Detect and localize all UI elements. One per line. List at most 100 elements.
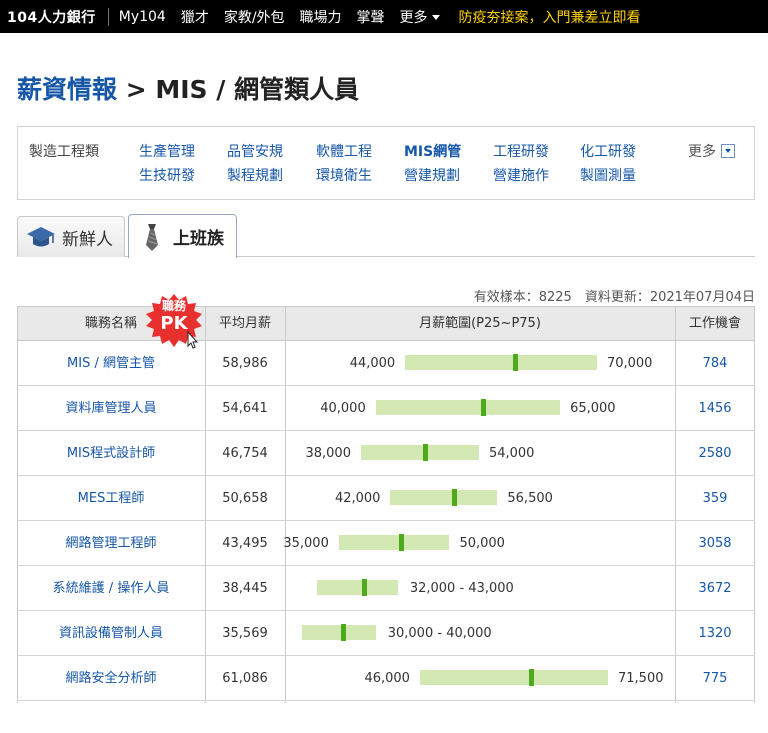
category-item[interactable]: 製圖測量 [580,165,636,185]
nav-applause[interactable]: 掌聲 [357,7,385,27]
category-selector: 製造工程類 生產管理 品管安規 軟體工程 MIS網管 工程研發 化工研發 生技研… [17,126,755,200]
salary-high-label: 40,000 [446,626,492,641]
nav-my104[interactable]: My104 [119,9,166,25]
avg-salary-marker [513,354,519,371]
job-title-link[interactable]: 網路管理工程師 [17,521,205,566]
avg-salary-cell: 61,086 [222,671,268,686]
job-openings-link[interactable]: 2580 [675,431,755,476]
job-title-link[interactable]: 資料庫管理人員 [17,386,205,431]
category-item[interactable]: 環境衛生 [316,165,372,185]
header-avg-salary: 平均月薪 [218,316,271,331]
table-row: 系統維護 / 操作人員 38,445 3672 32,000 - 43,000 [17,566,755,611]
nav-headhunter[interactable]: 獵才 [181,7,209,27]
category-more-button[interactable]: 更多 [688,141,735,161]
graduation-cap-icon [26,222,56,252]
category-item[interactable]: 品管安規 [227,141,283,161]
tab-office-worker[interactable]: 上班族 [128,214,237,258]
job-openings-link[interactable]: 1456 [675,386,755,431]
category-more-label: 更多 [688,144,716,160]
salary-low-label: 46,000 [364,671,410,686]
brand-logo[interactable]: 104人力銀行 [0,7,96,27]
job-pk-badge[interactable] [141,292,207,350]
salary-low-label: 42,000 [334,491,381,506]
table-row: 資訊設備管制人員 35,569 1320 30,000 - 40,000 [17,611,755,656]
job-openings-link[interactable]: 3058 [675,521,755,566]
range-dash: - [455,581,469,596]
salary-high-label: 54,000 [488,446,535,461]
category-item[interactable]: 工程研發 [493,141,549,161]
breadcrumb-salary-info[interactable]: 薪資情報 [17,75,117,104]
necktie-icon [137,222,167,252]
salary-high-label: 71,500 [618,671,664,686]
salary-low-label: 32,000 [409,581,456,596]
tab-fresh-graduate[interactable]: 新鮮人 [17,216,125,257]
nav-tutor-freelance[interactable]: 家教/外包 [224,7,285,27]
avg-salary-marker [361,579,367,596]
job-openings-link[interactable]: 359 [675,476,755,521]
promo-link[interactable]: 防疫夯接案，入門兼差立即看 [459,7,641,27]
salary-range-bar [302,625,376,640]
category-item[interactable]: 製程規劃 [227,165,283,185]
category-item[interactable]: 生技研發 [139,165,195,185]
tab-label: 新鮮人 [62,229,113,250]
avg-salary-marker [451,489,457,506]
table-row: 網路安全分析師 61,086 775 46,000 71,500 [17,656,755,701]
salary-low-label: 30,000 [387,626,434,641]
table-header: 職務名稱 平均月薪 月薪範圍(P25~P75) 工作機會 [17,307,755,341]
salary-range-bar [338,535,450,550]
avg-salary-marker [399,534,404,551]
job-title-link[interactable]: MES工程師 [17,476,205,521]
category-item[interactable]: 營建規劃 [404,165,460,185]
avg-salary-cell: 46,754 [222,446,268,461]
salary-high-label: 65,000 [570,401,616,416]
avg-salary-cell: 54,641 [222,401,268,416]
breadcrumb-separator: > [117,75,156,104]
header-job-openings: 工作機會 [688,316,741,331]
avg-salary-marker [340,624,346,641]
job-title-link[interactable]: 資訊設備管制人員 [17,611,205,656]
salary-high-label: 50,000 [459,536,505,551]
job-title-link[interactable]: MIS程式設計師 [17,431,205,476]
job-openings-link[interactable]: 775 [675,656,755,701]
category-item[interactable]: 生產管理 [139,141,195,161]
salary-high-label: 70,000 [606,356,653,371]
salary-table: 職務名稱 平均月薪 月薪範圍(P25~P75) 工作機會 MIS / 網管主管 5… [17,306,755,703]
category-item[interactable]: 營建施作 [493,165,549,185]
avg-salary-marker [528,669,534,686]
avg-salary-cell: 58,986 [222,356,268,371]
job-title-link[interactable]: 系統維護 / 操作人員 [17,566,205,611]
salary-range-label: 32,000 - 43,000 [410,566,514,611]
tab-label: 上班族 [173,229,224,249]
category-item[interactable]: 軟體工程 [316,141,372,161]
salary-high-label: 43,000 [468,581,514,596]
top-nav-bar: 104人力銀行 My104 獵才 家教/外包 職場力 掌聲 更多 防疫夯接案，入… [0,0,768,33]
salary-range-bar [419,670,608,685]
table-row: MIS程式設計師 46,754 2580 38,000 54,000 [17,431,755,476]
category-group-label: 製造工程類 [29,144,99,160]
nav-divider [107,7,109,26]
breadcrumb-current: MIS / 網管類人員 [155,75,360,104]
avg-salary-marker [481,399,487,416]
salary-low-label: 40,000 [320,401,366,416]
caret-down-icon [431,15,440,20]
salary-range-bar [360,445,479,460]
table-row: MES工程師 50,658 359 42,000 56,500 [17,476,755,521]
job-openings-link[interactable]: 784 [675,341,755,386]
dropdown-arrow-icon [721,144,735,158]
salary-range-bar [405,355,597,370]
data-meta-info: 有效樣本：8225 資料更新：2021年07月04日 [473,290,755,305]
job-openings-link[interactable]: 1320 [675,611,755,656]
avg-salary-marker [423,444,429,461]
table-row: MIS / 網管主管 58,986 784 44,000 70,000 [17,341,755,386]
salary-low-label: 35,000 [283,536,329,551]
header-salary-range: 月薪範圍(P25~P75) [419,316,541,331]
category-item[interactable]: 化工研發 [580,141,636,161]
category-item-active[interactable]: MIS網管 [404,141,461,161]
nav-more-label: 更多 [399,9,428,26]
nav-more-menu[interactable]: 更多 [400,7,440,27]
salary-range-bar [390,490,498,505]
salary-high-label: 56,500 [507,491,553,506]
job-openings-link[interactable]: 3672 [675,566,755,611]
job-title-link[interactable]: 網路安全分析師 [17,656,205,701]
nav-career-power[interactable]: 職場力 [300,7,342,27]
